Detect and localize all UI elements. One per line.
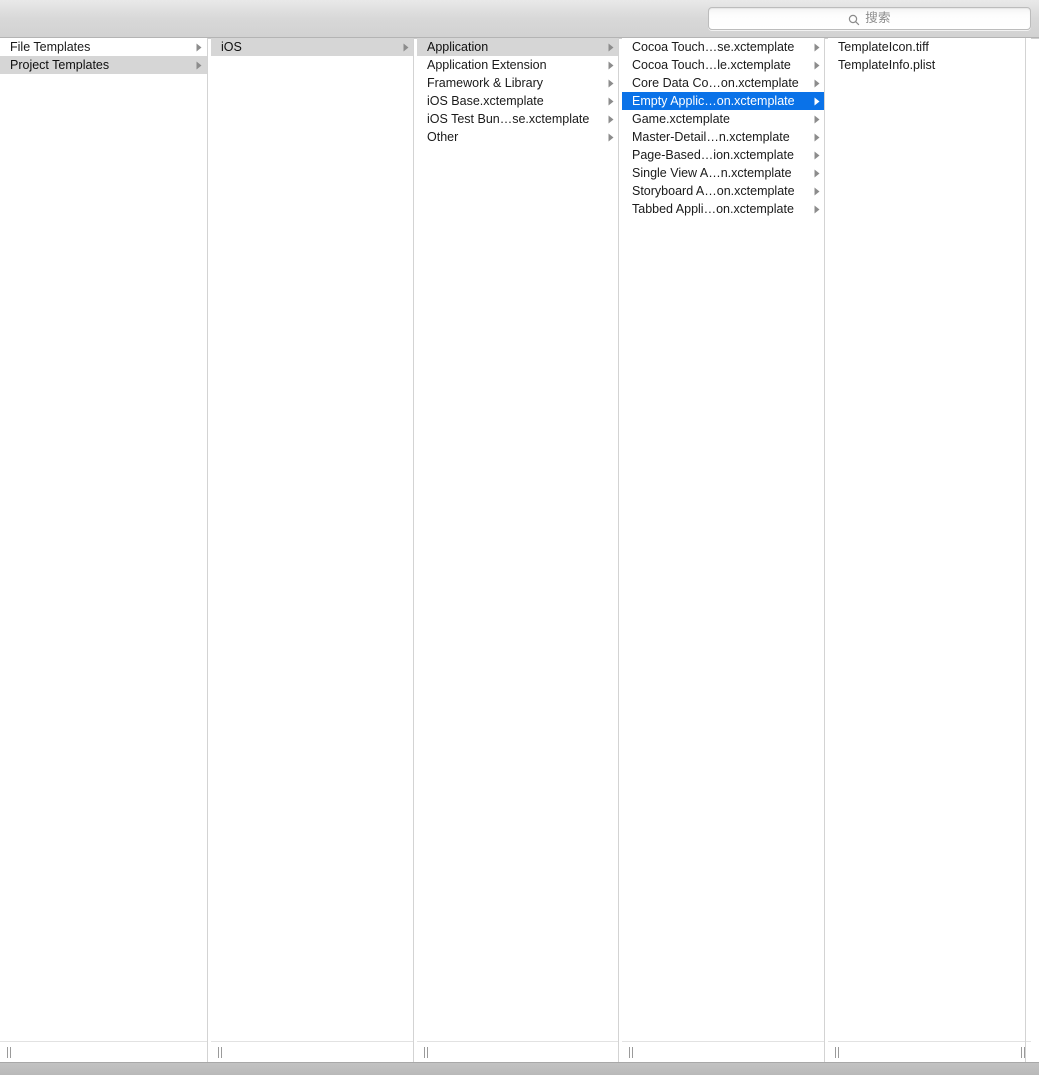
column-resize-handle[interactable] [831, 1045, 842, 1059]
chevron-right-icon [812, 200, 821, 218]
chevron-right-icon [812, 38, 821, 56]
browser-row-label: File Templates [10, 40, 91, 54]
browser-row[interactable]: Game.xctemplate [622, 110, 825, 128]
chevron-right-icon [812, 110, 821, 128]
browser-column-list-templates-root[interactable]: File Templates Project Templates [0, 38, 207, 1041]
browser-row[interactable]: TemplateIcon.tiff [828, 38, 1031, 56]
browser-row[interactable]: iOS [211, 38, 414, 56]
browser-row[interactable]: Application Extension [417, 56, 619, 74]
column-separator[interactable] [413, 38, 414, 1062]
browser-row[interactable]: Single View A…n.xctemplate [622, 164, 825, 182]
browser-row-label: iOS Test Bun…se.xctemplate [427, 112, 590, 126]
window-bottom-bar [0, 1062, 1039, 1075]
browser-column-footer [828, 1041, 1031, 1062]
chevron-right-icon [606, 38, 615, 56]
browser-column-list-template-contents[interactable]: TemplateIcon.tiff TemplateInfo.plist [828, 38, 1031, 1041]
browser-row-label: Master-Detail…n.xctemplate [632, 130, 790, 144]
chevron-right-icon [812, 128, 821, 146]
browser-row[interactable]: Core Data Co…on.xctemplate [622, 74, 825, 92]
browser-row-label: Project Templates [10, 58, 110, 72]
column-resize-handle[interactable] [420, 1045, 431, 1059]
chevron-right-icon [812, 182, 821, 200]
browser-row[interactable]: Page-Based…ion.xctemplate [622, 146, 825, 164]
browser-row[interactable]: Other [417, 128, 619, 146]
chevron-right-icon [812, 56, 821, 74]
browser-row-label: TemplateIcon.tiff [838, 40, 929, 54]
column-browser: File Templates Project Templates iOS Applic… [0, 38, 1039, 1062]
chevron-right-icon [194, 38, 203, 56]
chevron-right-icon [401, 38, 410, 56]
browser-row[interactable]: Tabbed Appli…on.xctemplate [622, 200, 825, 218]
browser-column-footer [417, 1041, 619, 1062]
browser-row-label: Framework & Library [427, 76, 543, 90]
browser-row-label: Storyboard A…on.xctemplate [632, 184, 795, 198]
column-resize-handle[interactable] [3, 1045, 14, 1059]
browser-row[interactable]: Framework & Library [417, 74, 619, 92]
browser-row-label: Game.xctemplate [632, 112, 730, 126]
column-resize-handle[interactable] [214, 1045, 225, 1059]
browser-row-label: Other [427, 130, 459, 144]
chevron-right-icon [812, 164, 821, 182]
browser-column-list-platform[interactable]: iOS [211, 38, 414, 1041]
browser-column-templates: Cocoa Touch…se.xctemplate Cocoa Touch…le.… [622, 38, 825, 1062]
column-resize-handle[interactable] [625, 1045, 636, 1059]
browser-row-label: Cocoa Touch…se.xctemplate [632, 40, 795, 54]
browser-column-footer [0, 1041, 207, 1062]
column-separator[interactable] [1025, 38, 1026, 1062]
browser-row-label: Tabbed Appli…on.xctemplate [632, 202, 794, 216]
chevron-right-icon [606, 128, 615, 146]
chevron-right-icon [606, 74, 615, 92]
browser-row-label: Application [427, 40, 489, 54]
browser-row[interactable]: TemplateInfo.plist [828, 56, 1031, 74]
browser-row[interactable]: Cocoa Touch…se.xctemplate [622, 38, 825, 56]
browser-row-label: Cocoa Touch…le.xctemplate [632, 58, 791, 72]
browser-row[interactable]: Application [417, 38, 619, 56]
browser-row-label: Empty Applic…on.xctemplate [632, 94, 795, 108]
column-separator[interactable] [618, 38, 619, 1062]
chevron-right-icon [812, 146, 821, 164]
browser-row-label: TemplateInfo.plist [838, 58, 936, 72]
column-separator[interactable] [207, 38, 208, 1062]
browser-row-label: Page-Based…ion.xctemplate [632, 148, 794, 162]
chevron-right-icon [606, 92, 615, 110]
search-icon [848, 13, 860, 25]
browser-row-label: Application Extension [427, 58, 547, 72]
browser-column-category: Application Application Extension Framewor… [417, 38, 619, 1062]
window-titlebar: 搜索 [0, 0, 1039, 38]
chevron-right-icon [606, 56, 615, 74]
browser-column-list-templates[interactable]: Cocoa Touch…se.xctemplate Cocoa Touch…le.… [622, 38, 825, 1041]
browser-row[interactable]: iOS Test Bun…se.xctemplate [417, 110, 619, 128]
search-placeholder: 搜索 [865, 11, 891, 26]
browser-row-label: Single View A…n.xctemplate [632, 166, 792, 180]
browser-row[interactable]: Cocoa Touch…le.xctemplate [622, 56, 825, 74]
browser-column-platform: iOS [211, 38, 414, 1062]
chevron-right-icon [812, 74, 821, 92]
search-field[interactable]: 搜索 [708, 7, 1031, 30]
browser-row[interactable]: iOS Base.xctemplate [417, 92, 619, 110]
column-separator[interactable] [824, 38, 825, 1062]
browser-column-footer [211, 1041, 414, 1062]
browser-row[interactable]: Empty Applic…on.xctemplate [622, 92, 825, 110]
browser-column-template-contents: TemplateIcon.tiff TemplateInfo.plist [828, 38, 1031, 1062]
browser-column-list-category[interactable]: Application Application Extension Framewor… [417, 38, 619, 1041]
chevron-right-icon [812, 92, 821, 110]
chevron-right-icon [606, 110, 615, 128]
browser-row-label: Core Data Co…on.xctemplate [632, 76, 799, 90]
browser-row-label: iOS [221, 40, 242, 54]
browser-row[interactable]: Project Templates [0, 56, 207, 74]
chevron-right-icon [194, 56, 203, 74]
search-field-content: 搜索 [848, 12, 891, 25]
browser-column-templates-root: File Templates Project Templates [0, 38, 207, 1062]
browser-row[interactable]: Master-Detail…n.xctemplate [622, 128, 825, 146]
column-resize-handle[interactable] [1017, 1045, 1028, 1059]
browser-row-label: iOS Base.xctemplate [427, 94, 544, 108]
browser-row[interactable]: Storyboard A…on.xctemplate [622, 182, 825, 200]
browser-column-footer [622, 1041, 825, 1062]
browser-row[interactable]: File Templates [0, 38, 207, 56]
